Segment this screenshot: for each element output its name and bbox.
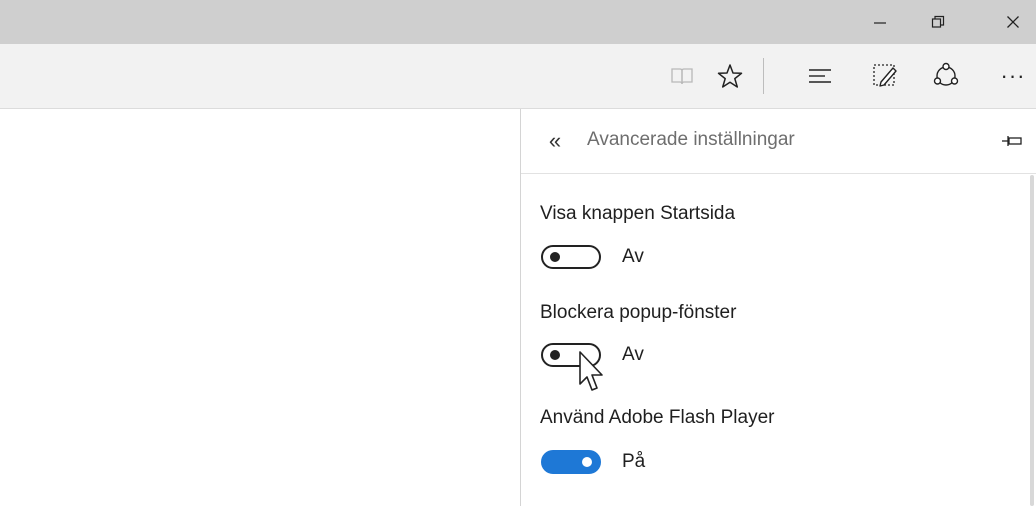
more-button[interactable]: ··· (993, 44, 1033, 108)
reading-view-icon (671, 68, 693, 85)
toggle-knob (582, 457, 592, 467)
back-button[interactable]: « (543, 127, 567, 155)
toggle-state-flash-player: På (622, 451, 646, 472)
web-note-button[interactable] (865, 44, 905, 108)
minimize-button[interactable] (857, 0, 903, 44)
restore-button[interactable] (915, 0, 961, 44)
title-bar (0, 0, 1036, 44)
pin-icon (1002, 136, 1022, 146)
restore-icon (931, 15, 945, 28)
setting-label-block-popups: Blockera popup-fönster (540, 302, 737, 323)
toolbar-separator (763, 58, 764, 94)
mouse-cursor-icon (579, 351, 603, 391)
share-icon (933, 62, 959, 86)
favorites-star-icon (717, 64, 743, 88)
toggle-knob (550, 350, 560, 360)
browser-toolbar: ··· (0, 44, 1036, 109)
hub-button[interactable] (800, 44, 840, 108)
reading-view-button[interactable] (662, 44, 702, 108)
toggle-home-button[interactable] (541, 245, 601, 269)
close-button[interactable] (990, 0, 1036, 44)
close-icon (1007, 16, 1019, 28)
setting-label-home-button: Visa knappen Startsida (540, 203, 736, 224)
panel-title: Avancerade inställningar (587, 129, 795, 150)
panel-scrollbar[interactable] (1030, 175, 1034, 506)
favorites-button[interactable] (710, 44, 750, 108)
toggle-flash-player[interactable] (541, 450, 601, 474)
minimize-icon (874, 22, 886, 24)
more-icon: ··· (1000, 63, 1026, 88)
pin-button[interactable] (1001, 131, 1023, 151)
settings-panel: « Avancerade inställningar Visa knappen … (520, 109, 1036, 506)
share-button[interactable] (926, 44, 966, 108)
toggle-knob (550, 252, 560, 262)
panel-header: « Avancerade inställningar (521, 109, 1036, 174)
hub-icon (809, 69, 831, 83)
setting-label-flash-player: Använd Adobe Flash Player (540, 407, 775, 428)
web-note-icon (873, 64, 897, 87)
toggle-state-block-popups: Av (622, 344, 644, 365)
toggle-state-home-button: Av (622, 246, 644, 267)
